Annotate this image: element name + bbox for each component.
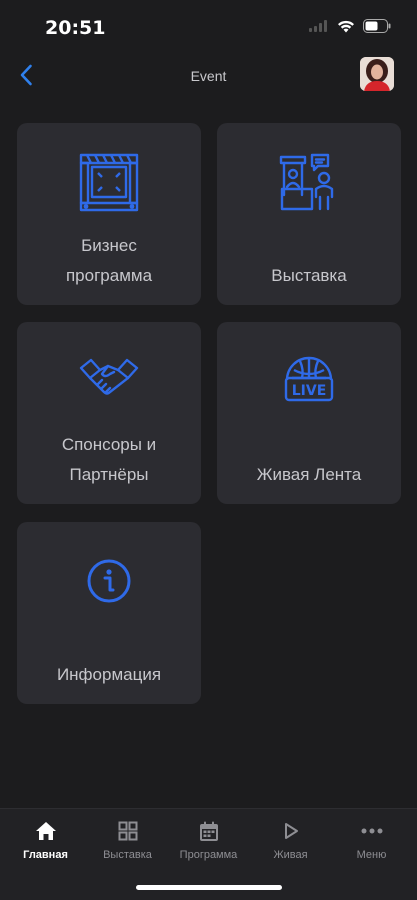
- tab-label: Живая: [273, 849, 308, 861]
- cellular-signal-icon: [309, 20, 327, 32]
- tab-icon-wrapper: [86, 819, 169, 843]
- stage-icon: [79, 153, 139, 212]
- more-icon: [361, 828, 382, 834]
- svg-text:LIVE: LIVE: [292, 383, 327, 399]
- tile-label-line: программа: [65, 266, 153, 285]
- calendar-icon: [199, 821, 218, 841]
- handshake-icon: [79, 358, 139, 395]
- tile-information[interactable]: Информация: [17, 522, 201, 704]
- tile-label: Информация: [56, 665, 162, 684]
- tile-label: Живая Лента: [256, 465, 362, 484]
- tile-icon-wrapper: [17, 350, 201, 414]
- tab-label: Выставка: [103, 849, 152, 861]
- wifi-icon: [338, 20, 354, 32]
- info-icon: [87, 559, 131, 603]
- tile-business-program[interactable]: Бизнес программа: [17, 123, 201, 305]
- avatar-image: [360, 57, 394, 91]
- page-title: Event: [190, 68, 227, 84]
- tab-live[interactable]: Живая: [249, 819, 332, 861]
- user-avatar[interactable]: [360, 57, 394, 91]
- tab-icon-wrapper: [330, 819, 413, 843]
- tab-home[interactable]: Главная: [4, 819, 87, 861]
- tab-menu[interactable]: Меню: [330, 819, 413, 861]
- tile-live-feed[interactable]: LIVE Живая Лента: [217, 322, 401, 504]
- tab-icon-wrapper: [167, 819, 250, 843]
- tile-label-line: Бизнес: [81, 236, 137, 255]
- tile-label: Выставка: [271, 266, 347, 285]
- tab-exhibition[interactable]: Выставка: [86, 819, 169, 861]
- live-icon: LIVE: [284, 356, 334, 402]
- tile-label-line: Партнёры: [69, 465, 149, 484]
- tile-label-line: Спонсоры и: [61, 435, 157, 454]
- play-icon: [284, 823, 298, 839]
- status-bar: 20:51: [0, 0, 417, 54]
- tile-label: Бизнес программа: [25, 231, 193, 291]
- tile-icon-wrapper: [17, 151, 201, 215]
- tile-label: Спонсоры и Партнёры: [25, 430, 193, 490]
- grid-icon: [118, 821, 137, 841]
- tile-sponsors-partners[interactable]: Спонсоры и Партнёры: [17, 322, 201, 504]
- tile-icon-wrapper: [17, 550, 201, 614]
- tab-icon-wrapper: [249, 819, 332, 843]
- tile-icon-wrapper: LIVE: [217, 350, 401, 414]
- tab-program[interactable]: Программа: [167, 819, 250, 861]
- battery-icon: [363, 19, 391, 33]
- tab-icon-wrapper: [4, 819, 87, 843]
- navigation-bar: Event: [0, 54, 417, 98]
- tile-icon-wrapper: [217, 151, 401, 215]
- tab-label: Меню: [356, 849, 387, 861]
- status-time: 20:51: [45, 17, 106, 39]
- home-indicator[interactable]: [136, 885, 282, 890]
- exhibition-booth-icon: [279, 153, 334, 211]
- tab-label: Главная: [23, 849, 68, 861]
- home-icon: [35, 822, 56, 840]
- tab-label: Программа: [179, 849, 238, 861]
- status-icons: [309, 19, 391, 33]
- tile-exhibition[interactable]: Выставка: [217, 123, 401, 305]
